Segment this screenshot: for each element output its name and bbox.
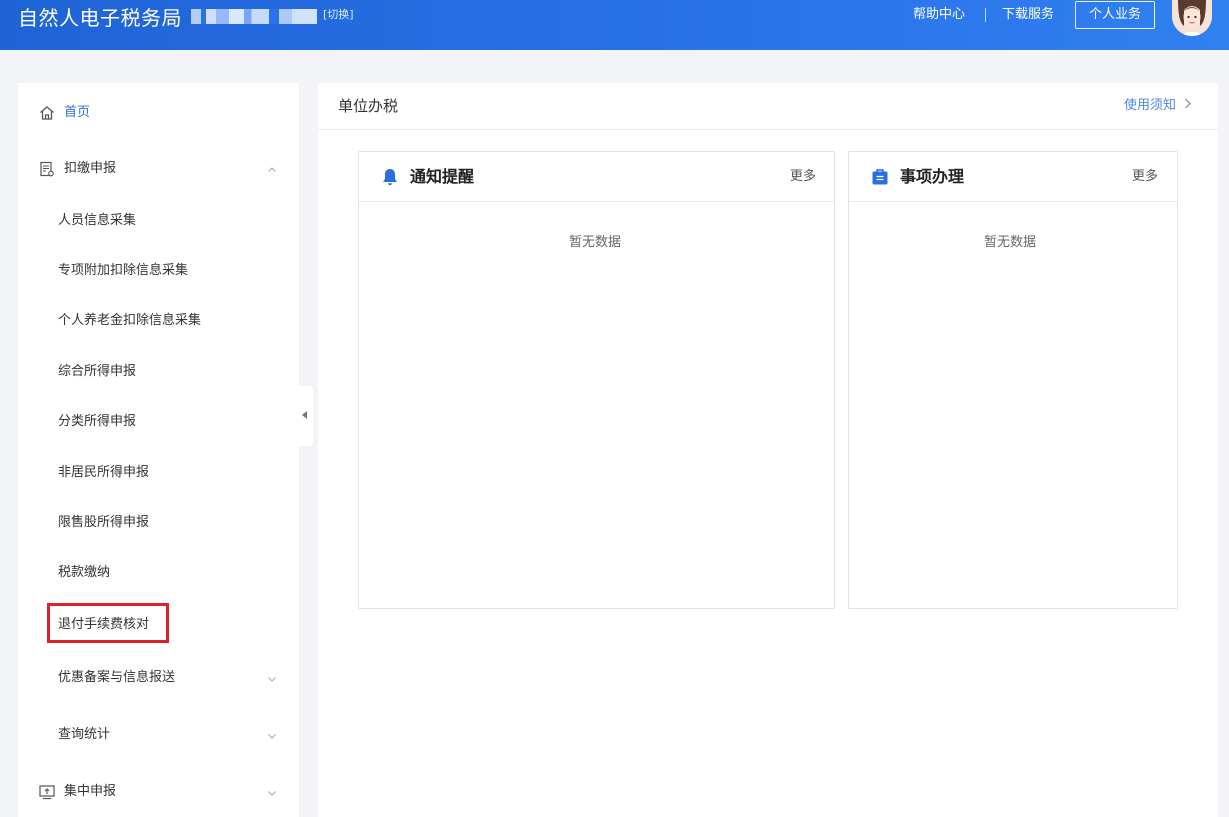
header-divider <box>985 8 986 22</box>
chevron-down-icon <box>266 786 278 798</box>
app-title: 自然人电子税务局 <box>18 6 182 30</box>
empty-state-text: 暂无数据 <box>984 235 1037 250</box>
sidebar-subitem-comprehensive-income[interactable]: 综合所得申报 <box>58 363 136 381</box>
more-link[interactable]: 更多 <box>790 168 816 186</box>
divider <box>318 129 1218 130</box>
sidebar-item-preferential-filing[interactable]: 优惠备案与信息报送 <box>18 668 299 688</box>
sidebar-collapse-toggle[interactable] <box>299 386 313 446</box>
main-panel: 单位办税 使用须知 通知提醒 更多 暂无数据 事项办理 更多 暂无数据 <box>318 83 1218 817</box>
empty-state-text: 暂无数据 <box>569 235 622 250</box>
sidebar-subitem-special-deduction[interactable]: 专项附加扣除信息采集 <box>58 262 188 280</box>
sidebar-item-label: 集中申报 <box>64 784 117 799</box>
card-title: 通知提醒 <box>410 167 475 186</box>
sidebar-item-centralized-filing[interactable]: 集中申报 <box>18 782 299 802</box>
sidebar-item-label: 首页 <box>64 105 91 120</box>
collapse-arrow-icon <box>302 411 307 419</box>
sidebar-item-home[interactable]: 首页 <box>18 103 299 123</box>
chevron-down-icon <box>266 672 278 684</box>
avatar[interactable] <box>1172 0 1212 36</box>
sidebar-subitem-pension-deduction[interactable]: 个人养老金扣除信息采集 <box>58 312 201 330</box>
card-header: 通知提醒 更多 <box>359 152 834 202</box>
more-link[interactable]: 更多 <box>1132 168 1158 186</box>
card-header: 事项办理 更多 <box>849 152 1177 202</box>
sidebar-item-label: 扣缴申报 <box>64 161 117 176</box>
sidebar: 首页 扣缴申报 人员信息采集 专项附加扣除信息采集 个人养老金扣除信息采集 综合… <box>18 83 299 817</box>
sidebar-subitem-restricted-stock-income[interactable]: 限售股所得申报 <box>58 514 149 532</box>
personal-business-button[interactable]: 个人业务 <box>1075 1 1155 29</box>
chevron-down-icon <box>266 729 278 741</box>
bell-icon <box>380 167 400 187</box>
document-icon <box>38 160 56 178</box>
sidebar-item-withholding[interactable]: 扣缴申报 <box>18 159 299 179</box>
download-service-link[interactable]: 下载服务 <box>1002 7 1054 23</box>
sidebar-item-label: 优惠备案与信息报送 <box>58 670 176 685</box>
briefcase-icon <box>870 167 890 187</box>
sidebar-subitem-person-info[interactable]: 人员信息采集 <box>58 212 136 230</box>
home-icon <box>38 104 56 122</box>
page-title: 单位办税 <box>338 97 399 115</box>
usage-notice-link[interactable]: 使用须知 <box>1124 97 1192 115</box>
upload-monitor-icon <box>38 783 56 801</box>
sidebar-item-label: 查询统计 <box>58 727 111 742</box>
card-title: 事项办理 <box>900 167 965 186</box>
help-center-link[interactable]: 帮助中心 <box>913 7 965 23</box>
usage-notice-label: 使用须知 <box>1124 98 1177 113</box>
highlight-box <box>47 603 169 643</box>
sidebar-subitem-nonresident-income[interactable]: 非居民所得申报 <box>58 464 149 482</box>
sidebar-item-query-stats[interactable]: 查询统计 <box>18 725 299 745</box>
top-header: 自然人电子税务局 [切换] 帮助中心 下载服务 个人业务 <box>0 0 1229 50</box>
chevron-up-icon <box>266 163 278 175</box>
task-card: 事项办理 更多 暂无数据 <box>848 151 1178 609</box>
masked-username <box>191 9 317 24</box>
notification-card: 通知提醒 更多 暂无数据 <box>358 151 835 609</box>
sidebar-subitem-tax-payment[interactable]: 税款缴纳 <box>58 564 110 582</box>
switch-link[interactable]: [切换] <box>323 8 354 22</box>
sidebar-subitem-classified-income[interactable]: 分类所得申报 <box>58 413 136 431</box>
chevron-right-icon <box>1184 97 1192 115</box>
